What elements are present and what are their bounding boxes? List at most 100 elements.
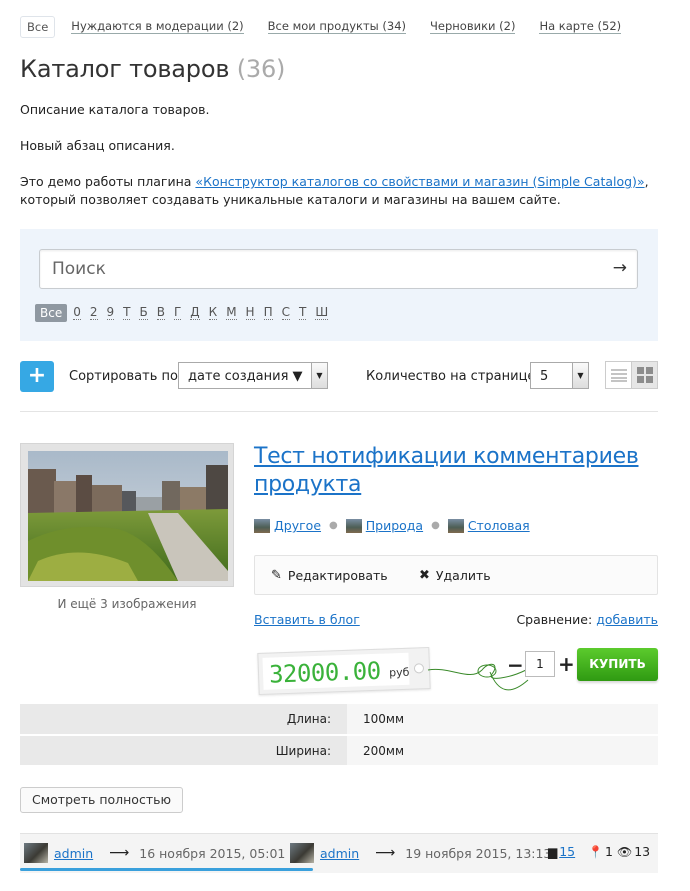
letter-item[interactable]: Н bbox=[245, 306, 255, 320]
price-value: 32000.00 bbox=[268, 656, 382, 689]
letter-item[interactable]: Т bbox=[123, 306, 131, 320]
search-submit-icon[interactable]: → bbox=[613, 258, 627, 278]
letter-item[interactable]: Т bbox=[299, 306, 307, 320]
filter-drafts[interactable]: Черновики (2) bbox=[430, 20, 516, 34]
per-page-label: Количество на странице bbox=[366, 369, 536, 384]
category-link[interactable]: Столовая bbox=[468, 518, 530, 533]
table-row: Ширина: 200мм bbox=[20, 735, 658, 767]
author-link[interactable]: admin bbox=[54, 846, 93, 861]
quantity-input[interactable]: 1 bbox=[525, 651, 555, 677]
search-input[interactable] bbox=[40, 250, 600, 288]
category-other[interactable]: Другое bbox=[254, 518, 321, 533]
product-photo bbox=[28, 451, 228, 581]
edit-button[interactable]: ✎ Редактировать bbox=[271, 568, 388, 583]
category-thumbnail bbox=[345, 518, 362, 533]
comment-icon: ▆ bbox=[548, 844, 558, 859]
description-paragraph-1: Описание каталога товаров. bbox=[20, 102, 210, 117]
updated-info: admin ⟶ 19 ноября 2015, 13:13 bbox=[290, 843, 551, 863]
product-title[interactable]: Тест нотификации комментариев продукта bbox=[254, 443, 674, 499]
category-thumbnail bbox=[254, 518, 270, 533]
letter-item[interactable]: П bbox=[263, 306, 273, 320]
letter-item[interactable]: В bbox=[156, 306, 165, 320]
created-info: admin ⟶ 16 ноября 2015, 05:01 bbox=[24, 843, 285, 863]
description-paragraph-3: Это демо работы плагина «Конструктор кат… bbox=[20, 173, 660, 209]
property-name: Ширина: bbox=[20, 735, 347, 767]
plugin-link[interactable]: «Конструктор каталогов со свойствами и м… bbox=[195, 174, 644, 189]
delete-button[interactable]: ✖ Удалить bbox=[419, 568, 491, 583]
product-categories: Другое ● Природа ● Столовая bbox=[254, 518, 530, 533]
per-page-value: 5 bbox=[540, 369, 549, 384]
description-comma: , bbox=[644, 174, 649, 189]
places-count[interactable]: 📍 1 bbox=[588, 844, 613, 859]
separator-dot: ● bbox=[431, 520, 440, 531]
search-panel: → Все 0 2 9 Т Б В Г Д К М Н П С Т Ш bbox=[20, 229, 658, 341]
letter-all[interactable]: Все bbox=[35, 304, 68, 322]
filter-moderation[interactable]: Нуждаются в модерации (2) bbox=[71, 20, 244, 34]
property-value: 200мм bbox=[347, 735, 658, 767]
letter-item[interactable]: М bbox=[226, 306, 237, 320]
view-switcher bbox=[605, 361, 658, 389]
list-view-icon[interactable] bbox=[606, 362, 631, 388]
filter-my-products[interactable]: Все мои продукты (34) bbox=[267, 20, 407, 34]
filter-on-map[interactable]: На карте (52) bbox=[539, 20, 622, 34]
edit-icon: ✎ bbox=[271, 568, 282, 583]
filter-all[interactable]: Все bbox=[20, 16, 56, 38]
view-full-button[interactable]: Смотреть полностью bbox=[20, 787, 183, 813]
letter-item[interactable]: 2 bbox=[89, 306, 98, 320]
alphabet-filter: Все 0 2 9 Т Б В Г Д К М Н П С Т Ш bbox=[35, 304, 337, 322]
buy-button[interactable]: КУПИТЬ bbox=[577, 648, 658, 681]
description-paragraph-2: Новый абзац описания. bbox=[20, 138, 175, 153]
quantity-increase-button[interactable]: + bbox=[558, 652, 575, 676]
letter-item[interactable]: К bbox=[208, 306, 218, 320]
letter-item[interactable]: Г bbox=[173, 306, 182, 320]
description-text: Это демо работы плагина bbox=[20, 174, 196, 189]
updated-date: 19 ноября 2015, 13:13 bbox=[405, 845, 552, 861]
list-toolbar: + Сортировать по дате создания ▼ ▼ Колич… bbox=[20, 361, 658, 393]
property-name: Длина: bbox=[20, 704, 347, 736]
product-footer: admin ⟶ 16 ноября 2015, 05:01 admin ⟶ 19… bbox=[20, 833, 658, 873]
comments-count[interactable]: ▆ 15 bbox=[548, 844, 575, 859]
page-title-text: Каталог товаров bbox=[20, 55, 230, 83]
letter-item[interactable]: Д bbox=[190, 306, 200, 320]
letter-item[interactable]: Б bbox=[139, 306, 148, 320]
add-product-button[interactable]: + bbox=[20, 361, 54, 392]
search-field: → bbox=[39, 249, 638, 289]
grid-view-icon[interactable] bbox=[631, 362, 657, 388]
sort-label: Сортировать по bbox=[69, 369, 178, 384]
chevron-down-icon: ▼ bbox=[311, 363, 327, 388]
map-pin-icon: 📍 bbox=[588, 844, 603, 859]
product-image[interactable] bbox=[20, 443, 234, 587]
category-dining[interactable]: Столовая bbox=[447, 518, 530, 533]
more-images-label: И ещё 3 изображения bbox=[57, 597, 197, 611]
compare-label: Сравнение: bbox=[516, 612, 593, 627]
quantity-decrease-button[interactable]: − bbox=[507, 653, 524, 677]
letter-item[interactable]: С bbox=[281, 306, 290, 320]
chevron-down-icon: ▼ bbox=[572, 363, 588, 388]
avatar bbox=[290, 843, 314, 863]
eye-icon: 👁 bbox=[617, 844, 633, 859]
created-date: 16 ноября 2015, 05:01 bbox=[139, 845, 286, 861]
price-tag-inner: 32000.00 руб bbox=[262, 652, 410, 690]
letter-item[interactable]: 0 bbox=[73, 306, 81, 320]
product-count: (36) bbox=[236, 55, 286, 83]
author-link[interactable]: admin bbox=[320, 846, 359, 861]
arrow-right-icon: ⟶ bbox=[109, 845, 130, 861]
sort-select[interactable]: дате создания ▼ ▼ bbox=[178, 362, 328, 389]
category-nature[interactable]: Природа bbox=[345, 518, 423, 533]
comments-link[interactable]: 15 bbox=[559, 844, 575, 859]
compare: Сравнение: добавить bbox=[516, 612, 658, 627]
category-link[interactable]: Другое bbox=[274, 518, 321, 533]
separator-dot: ● bbox=[329, 520, 338, 531]
divider bbox=[20, 411, 658, 412]
page-title: Каталог товаров (36) bbox=[20, 55, 285, 83]
per-page-select[interactable]: 5 ▼ bbox=[530, 362, 589, 389]
letter-item[interactable]: Ш bbox=[315, 306, 329, 320]
letter-item[interactable]: 9 bbox=[106, 306, 115, 320]
product-actions: ✎ Редактировать ✖ Удалить bbox=[254, 555, 658, 595]
sort-select-value: дате создания ▼ bbox=[188, 369, 303, 384]
progress-bar bbox=[20, 868, 314, 871]
insert-to-blog-link[interactable]: Вставить в блог bbox=[254, 612, 360, 627]
close-icon: ✖ bbox=[419, 568, 430, 583]
category-link[interactable]: Природа bbox=[366, 518, 423, 533]
compare-add-link[interactable]: добавить bbox=[596, 612, 658, 627]
